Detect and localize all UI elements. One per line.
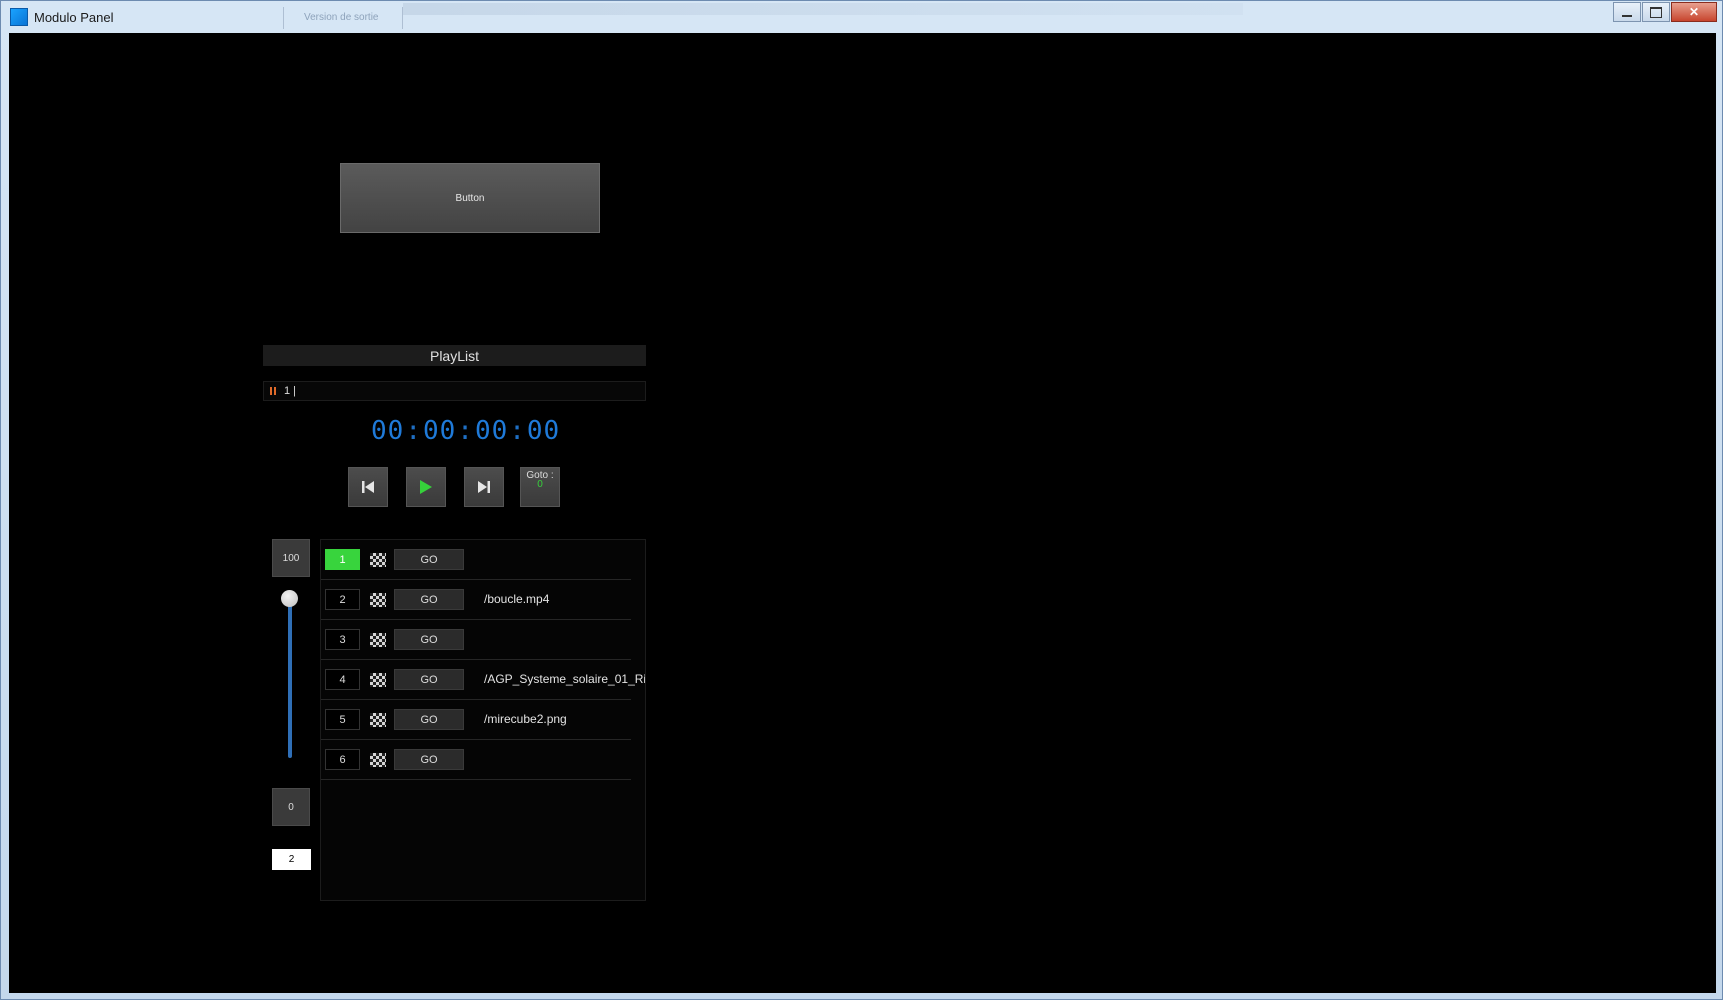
timecode-display: 00 : 00 : 00 : 00 <box>371 416 561 446</box>
play-icon <box>420 480 432 494</box>
timecode-frames: 00 <box>526 416 561 446</box>
maximize-button[interactable] <box>1642 2 1670 22</box>
volume-slider-handle[interactable] <box>281 590 298 607</box>
go-button[interactable]: GO <box>394 589 464 610</box>
item-number[interactable]: 2 <box>325 589 360 610</box>
panel-canvas: Button PlayList 1 | 00 : 00 : 00 : 00 Go… <box>9 33 1716 993</box>
timecode-seconds: 00 <box>474 416 509 446</box>
close-button[interactable]: ✕ <box>1671 2 1717 22</box>
goto-button[interactable]: Goto : 0 <box>520 467 560 507</box>
minimize-icon <box>1622 15 1632 17</box>
list-item: 1 GO <box>321 540 631 580</box>
item-number[interactable]: 6 <box>325 749 360 770</box>
list-item: 3 GO <box>321 620 631 660</box>
skip-next-icon <box>478 481 490 493</box>
timecode-hours: 00 <box>371 416 405 446</box>
window-title: Modulo Panel <box>34 9 114 25</box>
item-number[interactable]: 5 <box>325 709 360 730</box>
playlist-status: 1 | <box>263 381 646 401</box>
app-icon <box>10 8 28 26</box>
item-file: /AGP_Systeme_solaire_01_Rig <box>484 672 646 686</box>
previous-button[interactable] <box>348 467 388 507</box>
checkered-flag-icon[interactable] <box>370 593 386 607</box>
go-button[interactable]: GO <box>394 709 464 730</box>
close-icon: ✕ <box>1688 5 1700 19</box>
goto-value: 0 <box>537 479 543 490</box>
count-field[interactable]: 2 <box>272 849 311 870</box>
slider-min-label: 0 <box>272 788 310 826</box>
go-button[interactable]: GO <box>394 549 464 570</box>
list-item: 6 GO <box>321 740 631 780</box>
pause-icon <box>270 387 278 395</box>
status-text: 1 | <box>284 385 297 397</box>
checkered-flag-icon[interactable] <box>370 673 386 687</box>
title-bar[interactable]: Modulo Panel Version de sortie ✕ <box>1 1 1722 33</box>
background-tab: Version de sortie <box>283 7 403 29</box>
minimize-button[interactable] <box>1613 2 1641 22</box>
go-button[interactable]: GO <box>394 749 464 770</box>
item-number[interactable]: 3 <box>325 629 360 650</box>
checkered-flag-icon[interactable] <box>370 553 386 567</box>
checkered-flag-icon[interactable] <box>370 633 386 647</box>
list-item: 2 GO /boucle.mp4 <box>321 580 631 620</box>
list-item: 4 GO /AGP_Systeme_solaire_01_Rig <box>321 660 645 700</box>
generic-button[interactable]: Button <box>340 163 600 233</box>
list-item: 5 GO /mirecube2.png <box>321 700 631 740</box>
next-button[interactable] <box>464 467 504 507</box>
playlist-header: PlayList <box>263 345 646 366</box>
play-button[interactable] <box>406 467 446 507</box>
item-number[interactable]: 4 <box>325 669 360 690</box>
background-toolbar <box>403 3 1243 15</box>
window-controls: ✕ <box>1612 2 1717 22</box>
skip-previous-icon <box>362 481 374 493</box>
volume-slider-track[interactable] <box>288 597 292 758</box>
maximize-icon <box>1650 6 1662 18</box>
slider-max-label: 100 <box>272 539 310 577</box>
go-button[interactable]: GO <box>394 669 464 690</box>
timecode-minutes: 00 <box>422 416 457 446</box>
item-file: /mirecube2.png <box>484 712 567 726</box>
playlist-list: 1 GO 2 GO /boucle.mp4 3 GO 4 GO /AGP_Sys… <box>320 539 646 901</box>
item-number[interactable]: 1 <box>325 549 360 570</box>
item-file: /boucle.mp4 <box>484 592 550 606</box>
go-button[interactable]: GO <box>394 629 464 650</box>
checkered-flag-icon[interactable] <box>370 753 386 767</box>
checkered-flag-icon[interactable] <box>370 713 386 727</box>
window-frame: Modulo Panel Version de sortie ✕ Button … <box>0 0 1723 1000</box>
